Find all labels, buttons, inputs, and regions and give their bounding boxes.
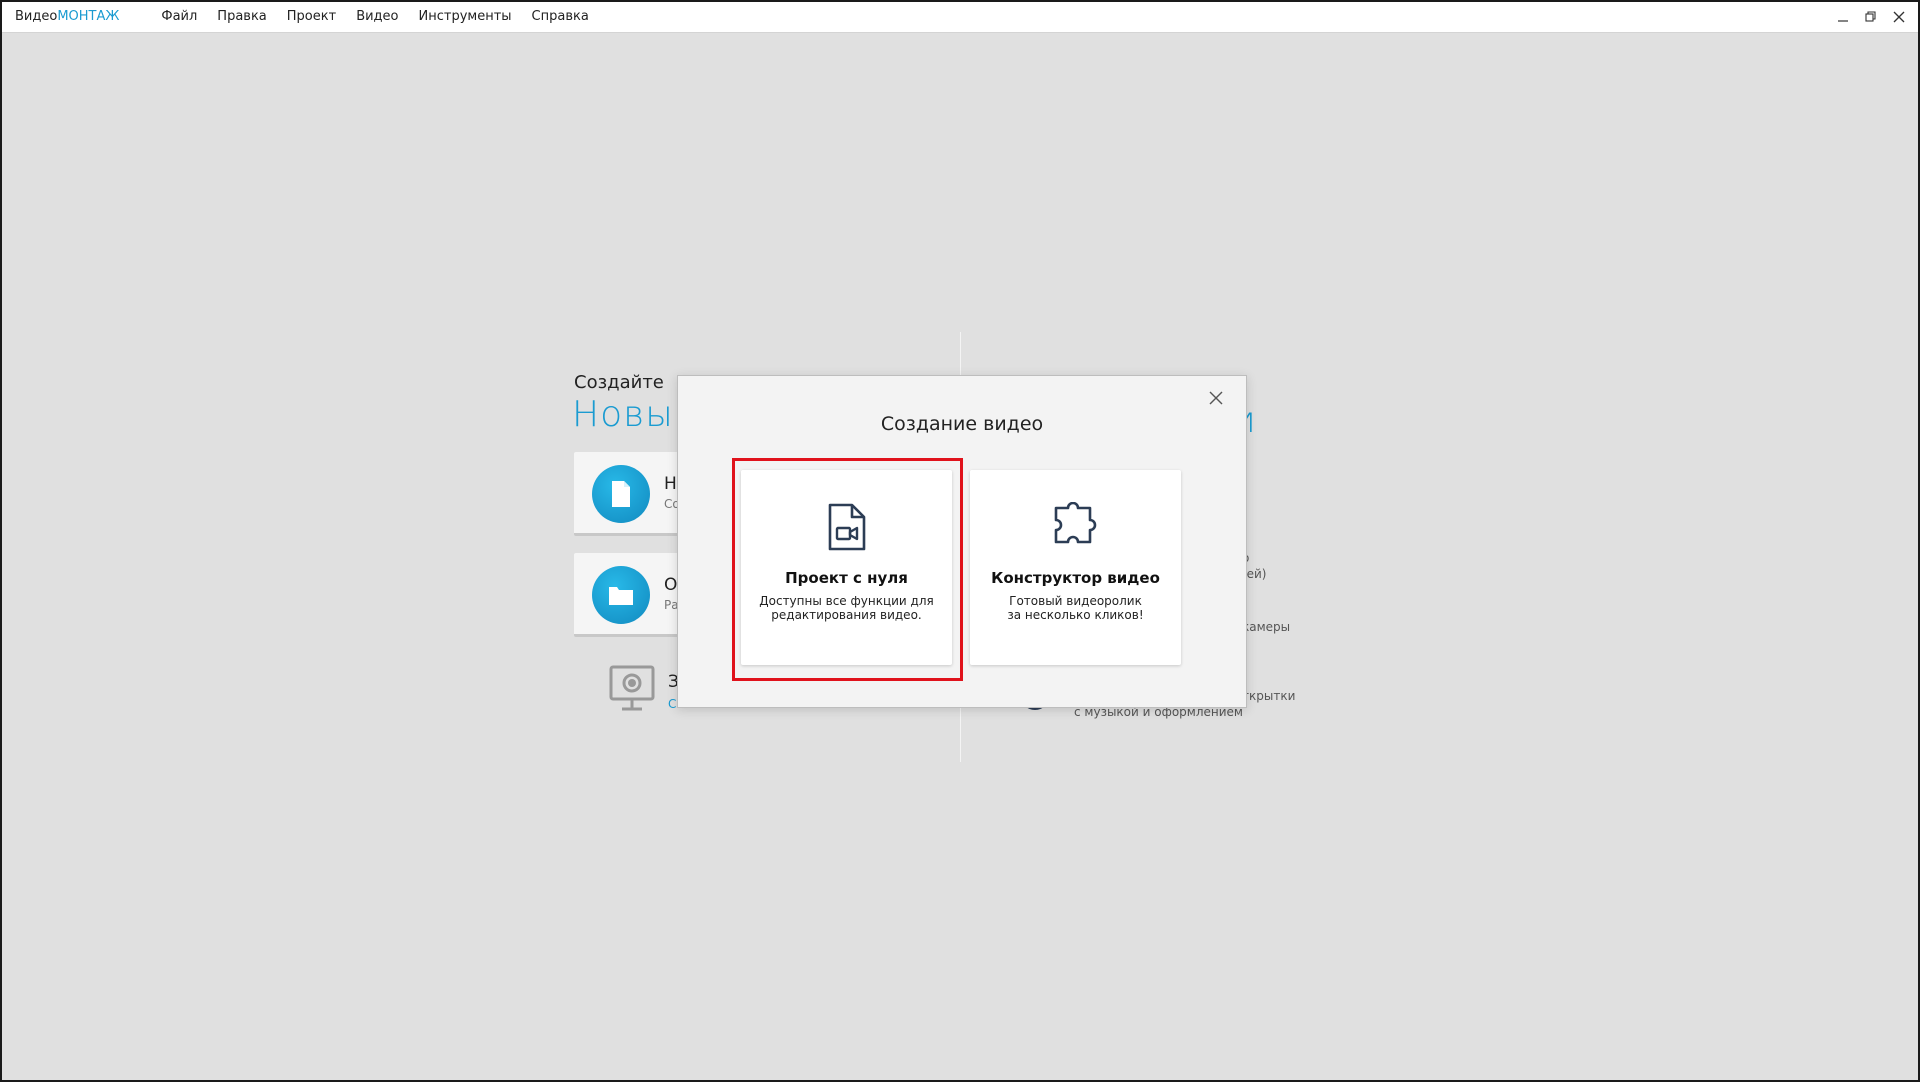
card-title: О <box>664 575 678 595</box>
create-label: Создайте <box>574 372 664 393</box>
brand-part-2: МОНТАЖ <box>57 8 120 24</box>
project-from-scratch-option[interactable]: Проект с нуля Доступны все функции для р… <box>741 470 952 665</box>
puzzle-icon <box>970 502 1181 554</box>
title-bar: ВидеоМОНТАЖ Файл Правка Проект Видео Инс… <box>0 0 1920 33</box>
right-text-4: ткрытки <box>1242 689 1296 703</box>
option-title: Проект с нуля <box>785 569 908 587</box>
file-icon <box>592 465 650 523</box>
brand-part-1: Видео <box>15 8 58 24</box>
window-controls <box>1828 0 1912 33</box>
folder-icon <box>592 566 650 624</box>
card-title: Н <box>664 474 677 494</box>
menu-bar: Файл Правка Проект Видео Инструменты Спр… <box>151 9 598 24</box>
close-icon <box>1893 11 1905 22</box>
create-video-dialog: Создание видео Проект с нуля Доступны вс… <box>677 375 1247 708</box>
option-desc-line2: за несколько кликов! <box>1007 608 1144 622</box>
menu-video[interactable]: Видео <box>346 9 408 24</box>
app-logo: ВидеоМОНТАЖ <box>15 9 119 24</box>
restore-icon <box>1865 10 1876 22</box>
option-title: Конструктор видео <box>991 569 1160 587</box>
video-constructor-option[interactable]: Конструктор видео Готовый видеоролик за … <box>970 470 1181 665</box>
option-desc-line1: Доступны все функции для <box>759 594 934 608</box>
option-description: Готовый видеоролик за несколько кликов! <box>970 594 1181 622</box>
menu-project[interactable]: Проект <box>277 9 346 24</box>
record-subtitle[interactable]: С <box>668 697 676 711</box>
close-icon <box>1209 391 1223 405</box>
right-text-3: камеры <box>1242 620 1291 634</box>
dialog-close-button[interactable] <box>1204 386 1228 410</box>
restore-button[interactable] <box>1858 5 1884 29</box>
video-file-icon <box>741 502 952 552</box>
dialog-title: Создание видео <box>880 413 1044 435</box>
option-desc-line1: Готовый видеоролик <box>1009 594 1142 608</box>
close-window-button[interactable] <box>1886 5 1912 29</box>
minimize-icon <box>1838 19 1848 22</box>
menu-tools[interactable]: Инструменты <box>409 9 522 24</box>
option-desc-line2: редактирования видео. <box>771 608 922 622</box>
minimize-button[interactable] <box>1830 5 1856 29</box>
webcam-icon <box>608 664 656 716</box>
menu-file[interactable]: Файл <box>151 9 207 24</box>
menu-help[interactable]: Справка <box>522 9 599 24</box>
menu-edit[interactable]: Правка <box>207 9 276 24</box>
option-description: Доступны все функции для редактирования … <box>741 594 952 622</box>
